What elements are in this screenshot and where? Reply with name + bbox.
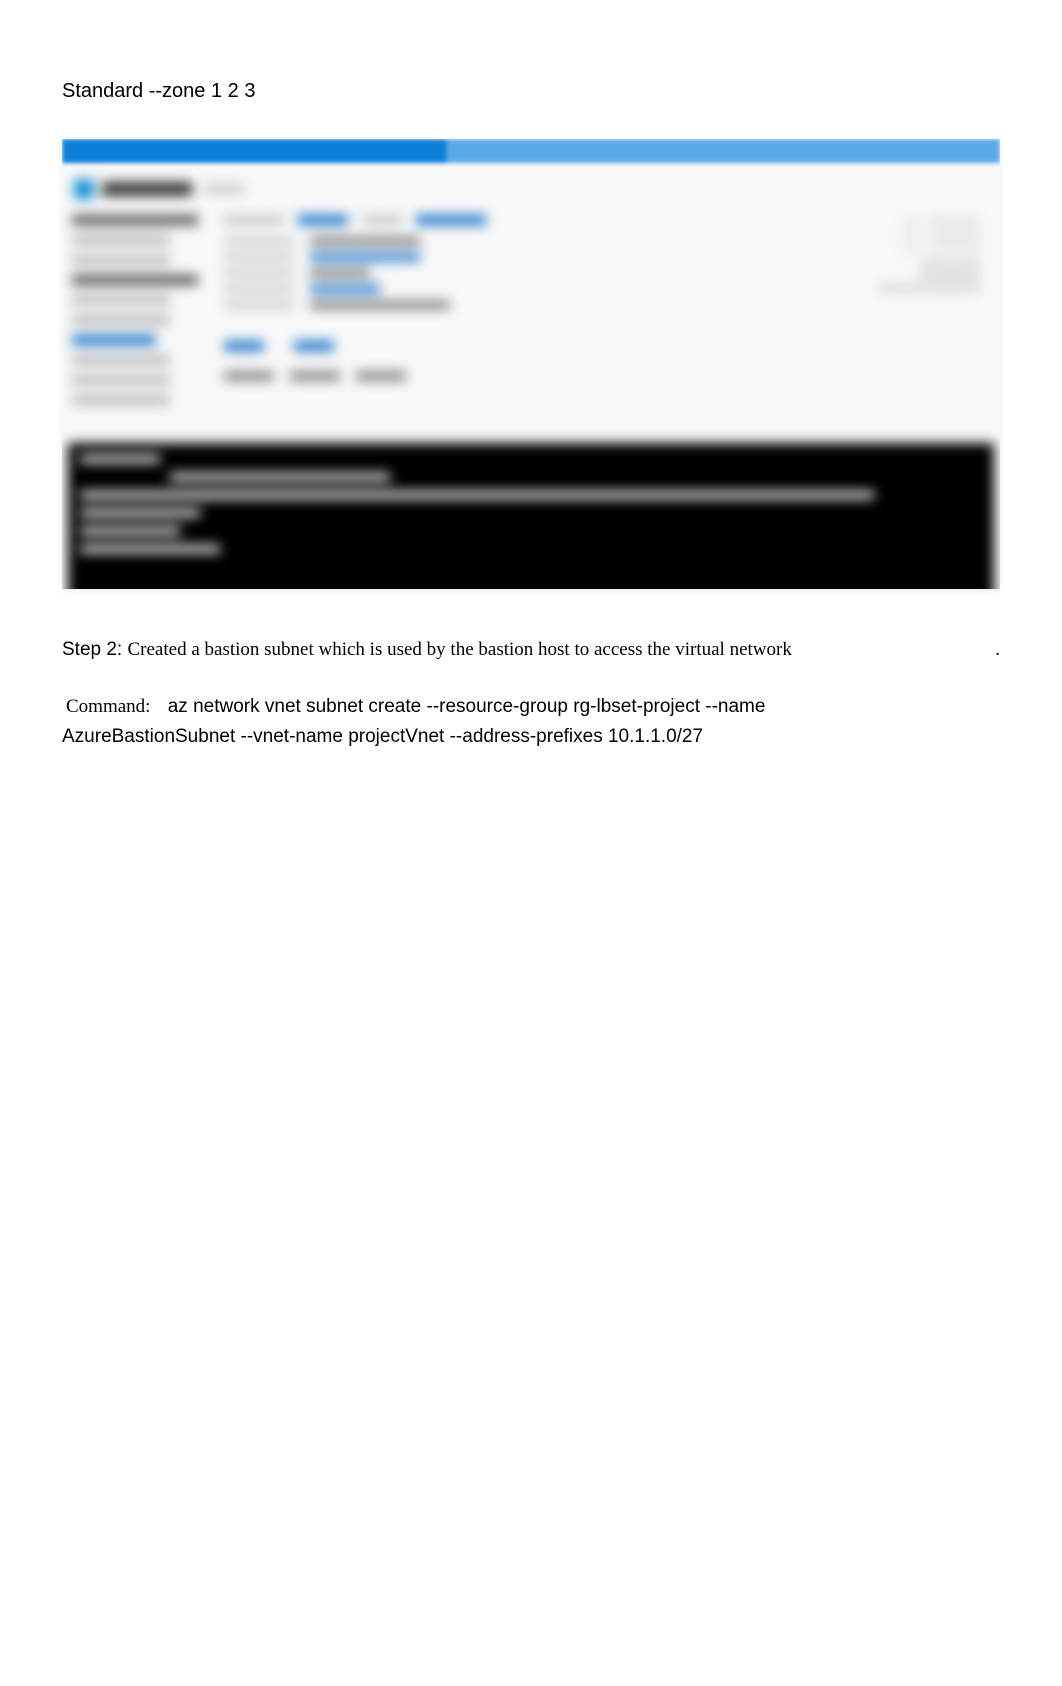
- terminal-line: [80, 545, 220, 553]
- detail-row: [224, 285, 828, 293]
- terminal-line: [80, 491, 874, 499]
- portal-sidebar: [72, 215, 212, 405]
- detail-value: [310, 269, 370, 277]
- toolbar-item: [416, 215, 486, 225]
- terminal-line: [80, 455, 160, 463]
- command-label: Command:: [62, 696, 150, 717]
- portal-top-bar: [62, 139, 1000, 163]
- step2-section: Step 2: Created a bastion subnet which i…: [62, 635, 1000, 664]
- detail-label: [224, 253, 294, 261]
- trailing-period: .: [995, 635, 1000, 664]
- portal-header: [62, 163, 1000, 215]
- summary-item: [290, 371, 340, 381]
- content-toolbar: [224, 215, 828, 225]
- sidebar-item: [72, 215, 198, 225]
- sidebar-item: [72, 235, 170, 245]
- tab-item: [294, 341, 334, 351]
- detail-label: [224, 301, 294, 309]
- detail-row: [224, 237, 828, 245]
- detail-value: [310, 285, 380, 293]
- detail-row: [224, 301, 828, 309]
- detail-row: [224, 253, 828, 261]
- detail-value: [310, 301, 450, 309]
- detail-row: [224, 269, 828, 277]
- sidebar-item: [72, 395, 170, 405]
- detail-label: [224, 285, 294, 293]
- sidebar-item: [72, 355, 170, 365]
- step2-description: Created a bastion subnet which is used b…: [128, 639, 792, 660]
- azure-portal-screenshot: [62, 139, 1000, 589]
- terminal-line: [80, 527, 180, 535]
- detail-value: [310, 237, 420, 245]
- resource-title: [102, 182, 192, 196]
- sidebar-item: [72, 335, 156, 345]
- rp-line: [920, 261, 980, 267]
- resource-subtitle: [204, 184, 244, 194]
- sidebar-item: [72, 255, 170, 265]
- sidebar-item: [72, 275, 198, 285]
- sidebar-item: [72, 295, 170, 305]
- terminal-line: [80, 509, 200, 517]
- top-command-fragment: Standard --zone 1 2 3: [62, 80, 1000, 103]
- toolbar-item: [298, 215, 348, 225]
- portal-main-area: [62, 215, 1000, 405]
- toolbar-item: [224, 215, 284, 225]
- terminal-line: [170, 473, 390, 481]
- command-line-2: AzureBastionSubnet --vnet-name projectVn…: [62, 726, 703, 747]
- rp-line: [920, 273, 980, 279]
- command-section: Command: az network vnet subnet create -…: [62, 692, 1000, 751]
- rp-box: [930, 215, 980, 255]
- command-line-1: az network vnet subnet create --resource…: [156, 696, 766, 717]
- summary-item: [356, 371, 406, 381]
- portal-right-panel: [840, 215, 990, 405]
- rp-line: [880, 285, 980, 291]
- azure-logo-icon: [74, 179, 94, 199]
- sidebar-item: [72, 315, 170, 325]
- summary-item: [224, 371, 274, 381]
- rp-shape: [902, 215, 922, 255]
- cloud-shell-terminal: [68, 443, 994, 589]
- detail-label: [224, 237, 294, 245]
- document-page: Standard --zone 1 2 3: [0, 0, 1062, 751]
- detail-label: [224, 269, 294, 277]
- detail-value: [310, 253, 420, 261]
- step2-label: Step 2:: [62, 639, 122, 660]
- sidebar-item: [72, 375, 170, 385]
- resource-details: [224, 237, 828, 309]
- portal-content: [224, 215, 828, 405]
- toolbar-item: [362, 215, 402, 225]
- tab-item: [224, 341, 264, 351]
- portal-body-blurred: [62, 163, 1000, 589]
